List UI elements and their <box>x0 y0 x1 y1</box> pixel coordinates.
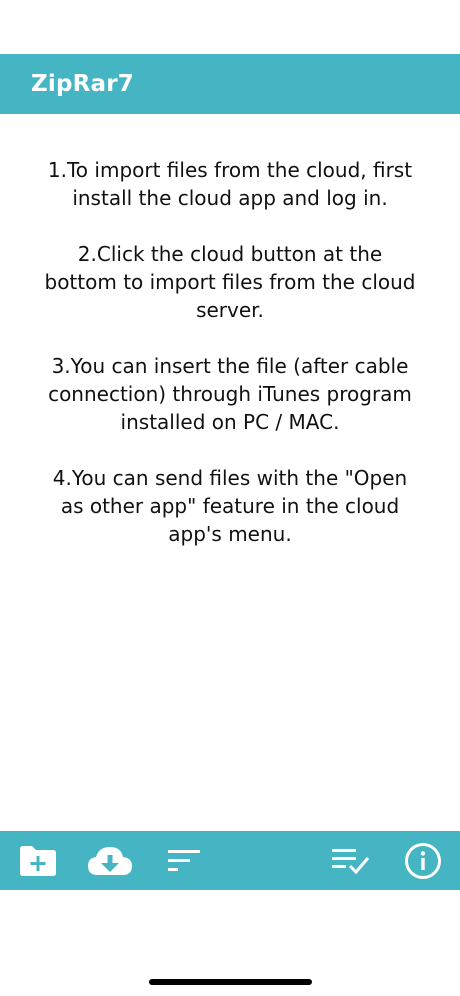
info-button[interactable] <box>395 831 451 890</box>
bottom-toolbar <box>0 831 460 890</box>
new-folder-button[interactable] <box>10 831 66 890</box>
new-folder-icon <box>18 844 58 878</box>
home-indicator <box>149 979 312 985</box>
instructions-text: 1.To import files from the cloud, first … <box>40 156 420 576</box>
instruction-3: 3.You can insert the file (after cable c… <box>48 354 412 434</box>
sort-button[interactable] <box>156 831 212 890</box>
status-bar <box>0 0 460 54</box>
cloud-download-button[interactable] <box>82 831 138 890</box>
info-icon <box>403 841 443 881</box>
sort-icon <box>164 846 204 876</box>
instruction-2: 2.Click the cloud button at the bottom t… <box>44 242 416 322</box>
app-header: ZipRar7 <box>0 54 460 114</box>
select-list-icon <box>328 846 372 876</box>
instruction-4: 4.You can send files with the "Open as o… <box>52 466 408 546</box>
app-title: ZipRar7 <box>31 71 135 97</box>
select-button[interactable] <box>322 831 378 890</box>
instruction-1: 1.To import files from the cloud, first … <box>47 158 413 210</box>
cloud-download-icon <box>86 844 134 878</box>
